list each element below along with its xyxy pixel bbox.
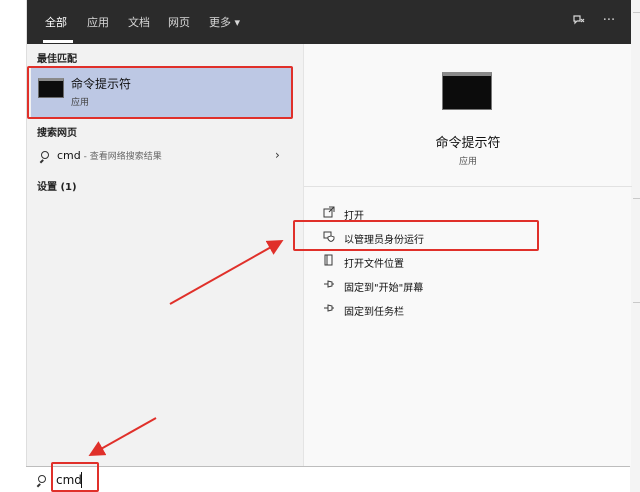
best-match-item[interactable]: 命令提示符 应用: [31, 67, 293, 117]
action-open-file-location[interactable]: 打开文件位置: [322, 252, 622, 272]
taskbar-search-box[interactable]: [26, 466, 630, 492]
start-search-panel: 全部 应用 文档 网页 更多 ▾ ··· 最佳匹配 命令提示符 应用 搜索网页 …: [26, 0, 632, 466]
best-match-name: 命令提示符: [71, 77, 132, 91]
feedback-icon[interactable]: [571, 13, 587, 29]
action-pin-to-taskbar[interactable]: 固定到任务栏: [322, 300, 622, 320]
tab-documents[interactable]: 文档: [128, 15, 150, 31]
search-icon: [39, 151, 50, 164]
action-open[interactable]: 打开: [322, 204, 622, 224]
text-caret: [81, 472, 82, 488]
action-pin-to-start[interactable]: 固定到"开始"屏幕: [322, 276, 622, 296]
web-hint: - 查看网络搜索结果: [80, 152, 162, 162]
search-input[interactable]: [56, 471, 356, 489]
best-match-type: 应用: [71, 98, 90, 108]
tab-apps[interactable]: 应用: [87, 15, 109, 31]
search-filter-bar: 全部 应用 文档 网页 更多 ▾ ···: [27, 0, 631, 44]
search-icon: [36, 475, 47, 488]
admin-shield-icon: [322, 230, 336, 244]
divider: [304, 186, 632, 187]
pin-taskbar-icon: [322, 302, 336, 316]
app-detail-title: 命令提示符: [435, 136, 501, 151]
active-tab-indicator: [43, 40, 73, 43]
app-detail-pane: 命令提示符 应用 打开 以管理员身份运行 打开文件位置 固定到"开始"屏幕 固定…: [303, 44, 632, 466]
terminal-icon: [38, 78, 64, 98]
web-search-result[interactable]: cmd - 查看网络搜索结果 ›: [31, 144, 293, 168]
best-match-heading: 最佳匹配: [37, 54, 77, 65]
file-location-icon: [322, 254, 336, 268]
open-icon: [322, 206, 336, 220]
tab-all[interactable]: 全部: [45, 15, 67, 31]
app-detail-subtitle: 应用: [458, 157, 477, 167]
tab-more[interactable]: 更多 ▾: [209, 15, 240, 31]
action-run-as-admin[interactable]: 以管理员身份运行: [322, 228, 622, 248]
chevron-right-icon: ›: [275, 148, 280, 162]
web-query: cmd: [57, 149, 81, 162]
results-list: 最佳匹配 命令提示符 应用 搜索网页 cmd - 查看网络搜索结果 › 设置 (…: [27, 44, 297, 466]
more-icon[interactable]: ···: [601, 13, 617, 29]
web-search-heading: 搜索网页: [37, 128, 77, 139]
settings-heading[interactable]: 设置 (1): [37, 178, 77, 193]
terminal-icon: [442, 72, 492, 110]
pin-start-icon: [322, 278, 336, 292]
background-document-edge: [630, 0, 640, 492]
tab-web[interactable]: 网页: [168, 15, 190, 31]
